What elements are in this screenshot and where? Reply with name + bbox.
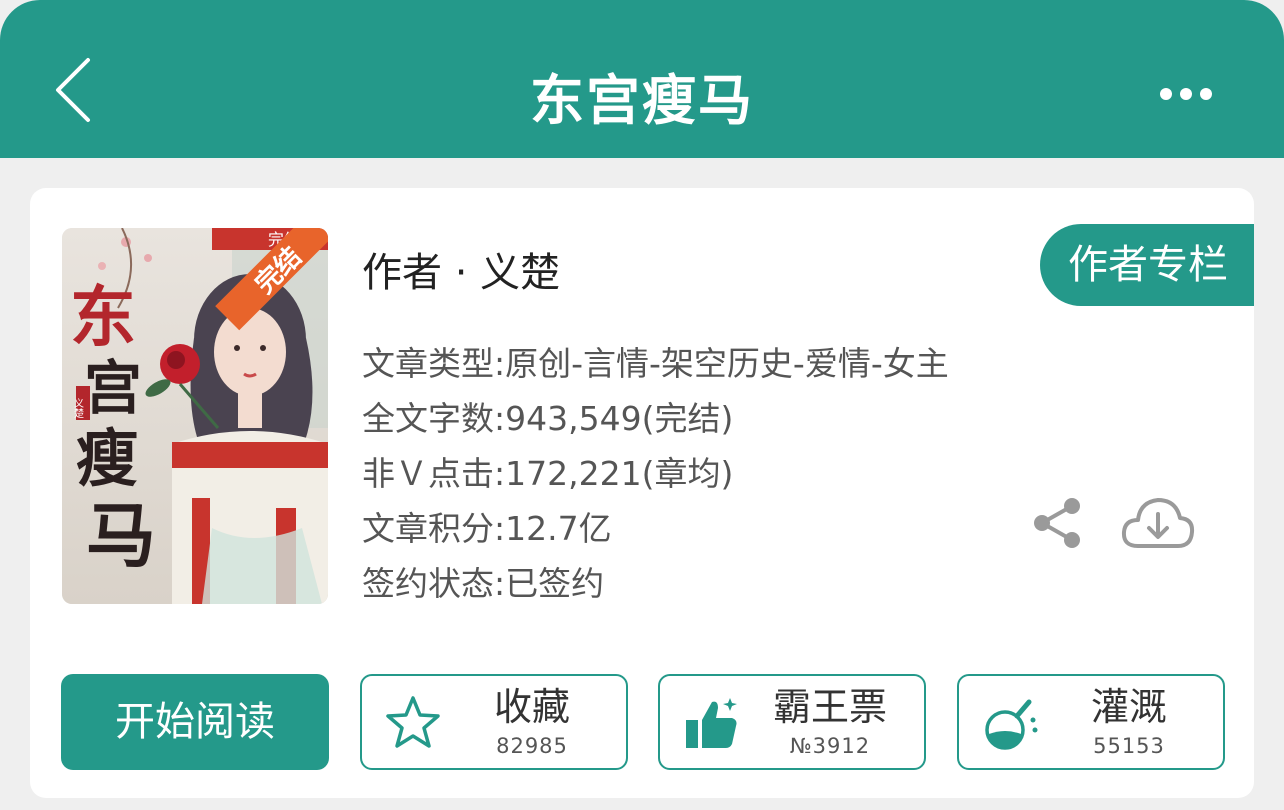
water-label: 灌溉	[1090, 685, 1167, 729]
author-column-button[interactable]: 作者专栏	[1040, 224, 1254, 306]
author-line[interactable]: 作者 · 义楚	[362, 240, 560, 298]
ticket-count: №3912	[789, 734, 871, 758]
flask-icon	[985, 699, 1038, 750]
meta-score: 文章积分:12.7亿	[362, 509, 612, 548]
water-button[interactable]: 灌溉 55153	[957, 674, 1225, 770]
cover-title-char-2: 宫	[84, 354, 142, 422]
share-icon	[1034, 498, 1080, 548]
download-button[interactable]	[1120, 494, 1196, 552]
meta-clicks: 非Ｖ点击:172,221(章均)	[362, 454, 734, 493]
book-info-card: 东 宫 瘦 马 义楚 完结 完结 作者 · 义楚 作者专栏 文章类型:原创-言情…	[30, 188, 1254, 798]
cover-author-seal: 义楚	[72, 398, 84, 419]
collect-button[interactable]: 收藏 82985	[360, 674, 628, 770]
meta-contract: 签约状态:已签约	[362, 564, 605, 603]
ticket-label: 霸王票	[772, 685, 887, 729]
collect-label: 收藏	[493, 685, 570, 729]
meta-word-count: 全文字数:943,549(完结)	[362, 399, 734, 438]
start-reading-button[interactable]: 开始阅读	[61, 674, 329, 770]
cover-title-char-3: 瘦	[76, 422, 138, 495]
page-title: 东宫瘦马	[530, 69, 754, 132]
collect-count: 82985	[496, 734, 568, 758]
cover-title-char-1: 东	[70, 278, 136, 356]
water-count: 55153	[1093, 734, 1165, 758]
cover-illustration: 东 宫 瘦 马 义楚 完结 完结	[62, 228, 328, 604]
cover-title-char-4: 马	[86, 494, 156, 577]
meta-type: 文章类型:原创-言情-架空历史-爱情-女主	[362, 344, 949, 383]
thumbs-up-icon	[686, 698, 737, 748]
more-dots-icon	[1160, 88, 1212, 100]
ticket-button[interactable]: 霸王票 №3912	[658, 674, 926, 770]
share-button[interactable]	[1032, 496, 1082, 550]
book-cover[interactable]: 东 宫 瘦 马 义楚 完结 完结	[62, 228, 328, 604]
top-bar: 东宫瘦马	[0, 0, 1284, 158]
cloud-download-icon	[1121, 498, 1195, 548]
book-meta: 文章类型:原创-言情-架空历史-爱情-女主 全文字数:943,549(完结) 非…	[362, 336, 949, 611]
more-button[interactable]	[1158, 84, 1214, 104]
star-outline-icon	[386, 696, 440, 748]
